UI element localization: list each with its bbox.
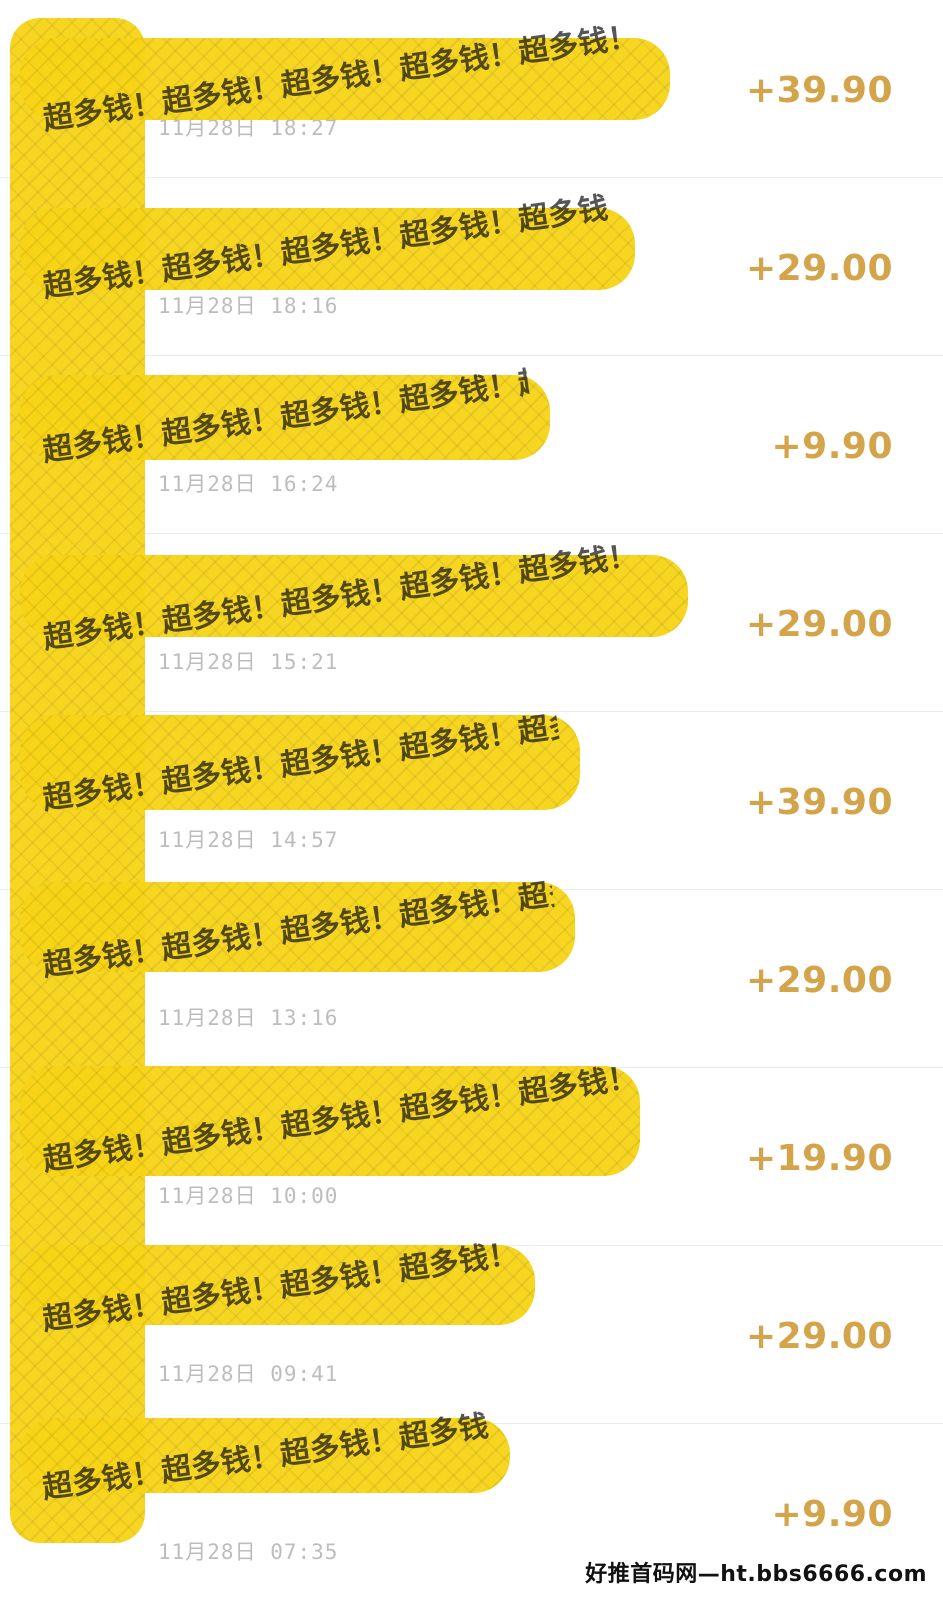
transaction-amount: +9.90	[771, 426, 893, 467]
transaction-time: 11月28日 07:35	[158, 1540, 339, 1564]
transaction-time: 11月28日 10:00	[158, 1184, 339, 1208]
transaction-amount: +29.00	[745, 248, 893, 289]
transaction-row[interactable]: 11月28日 16:24 +9.90	[0, 356, 943, 534]
transaction-time: 11月28日 16:24	[158, 472, 339, 496]
transaction-row[interactable]: 11月28日 18:16 +29.00	[0, 178, 943, 356]
transaction-row[interactable]: 11月28日 18:27 +39.90	[0, 0, 943, 178]
transaction-amount: +39.90	[745, 782, 893, 823]
transaction-amount: +19.90	[745, 1138, 893, 1179]
transaction-row[interactable]: 11月28日 15:21 +29.00	[0, 534, 943, 712]
transaction-time: 11月28日 18:16	[158, 294, 339, 318]
transaction-amount: +9.90	[771, 1494, 893, 1535]
transaction-amount: +29.00	[745, 604, 893, 645]
transaction-amount: +29.00	[745, 960, 893, 1001]
transaction-row[interactable]: 11月28日 14:57 +39.90	[0, 712, 943, 890]
transaction-time: 11月28日 09:41	[158, 1362, 339, 1386]
transaction-row[interactable]: 11月28日 13:16 +29.00	[0, 890, 943, 1068]
transaction-time: 11月28日 13:16	[158, 1006, 339, 1030]
transaction-time: 11月28日 14:57	[158, 828, 339, 852]
transaction-amount: +39.90	[745, 70, 893, 111]
transaction-row[interactable]: 11月28日 10:00 +19.90	[0, 1068, 943, 1246]
transaction-row[interactable]: 11月28日 09:41 +29.00	[0, 1246, 943, 1424]
transaction-list: 11月28日 18:27 +39.90 11月28日 18:16 +29.00 …	[0, 0, 943, 1600]
transaction-time: 11月28日 18:27	[158, 116, 339, 140]
transaction-amount: +29.00	[745, 1316, 893, 1357]
transaction-time: 11月28日 15:21	[158, 650, 339, 674]
site-watermark: 好推首码网—ht.bbs6666.com	[585, 1562, 927, 1587]
